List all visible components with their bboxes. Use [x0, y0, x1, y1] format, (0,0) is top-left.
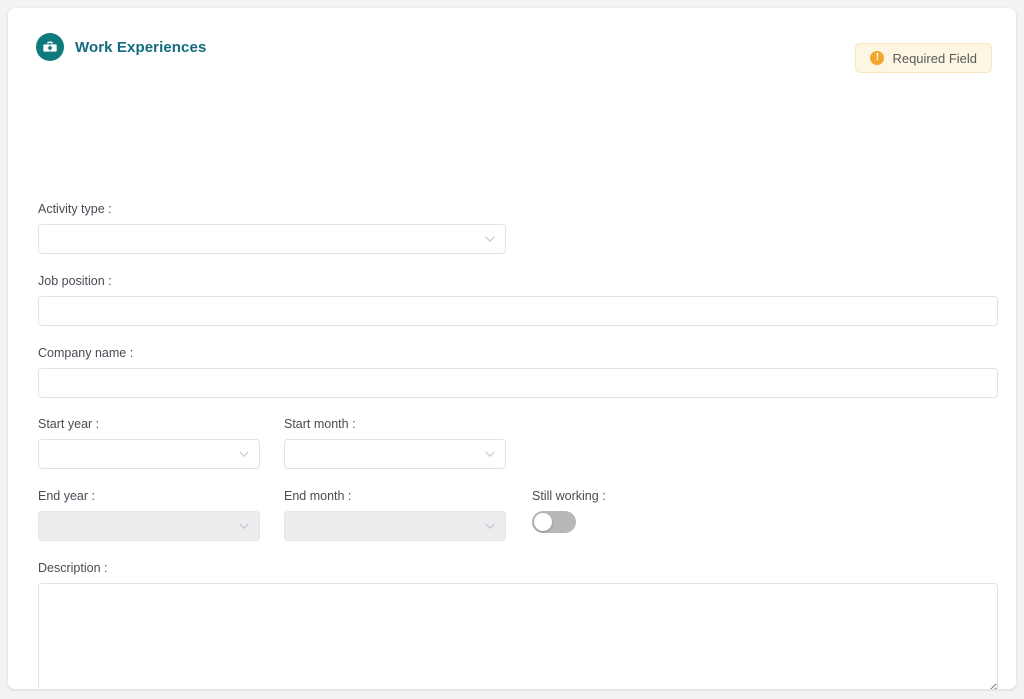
field-description: Description :	[38, 561, 998, 689]
start-year-select[interactable]	[38, 439, 260, 469]
job-position-label: Job position :	[38, 274, 112, 288]
chevron-down-icon	[485, 523, 495, 529]
warning-exclamation-icon: !	[870, 51, 885, 65]
still-working-toggle[interactable]	[532, 511, 576, 533]
start-month-label: Start month :	[284, 417, 356, 431]
field-job-position: Job position :	[38, 274, 998, 326]
field-start-year: Start year :	[38, 417, 260, 469]
description-textarea[interactable]	[38, 583, 998, 689]
field-end-year: End year :	[38, 489, 260, 541]
end-month-label: End month :	[284, 489, 352, 503]
activity-type-label: Activity type :	[38, 202, 112, 216]
end-year-select[interactable]	[38, 511, 260, 541]
start-year-label: Start year :	[38, 417, 100, 431]
start-date-row: Start year : Start month :	[38, 417, 532, 469]
end-date-row: End year : End month : Still working:	[38, 489, 692, 541]
still-working-label: Still working :	[532, 489, 606, 503]
company-name-label: Company name :	[38, 346, 134, 360]
job-position-input[interactable]	[38, 296, 998, 326]
work-experiences-card: Work Experiences ! Required Field Activi…	[8, 8, 1016, 689]
header-title-group: Work Experiences	[36, 33, 206, 61]
chevron-down-icon	[239, 451, 249, 457]
card-header: Work Experiences ! Required Field	[8, 8, 1016, 82]
required-field-label: Required Field	[892, 50, 977, 66]
end-year-label: End year :	[38, 489, 95, 503]
chevron-down-icon	[485, 236, 495, 242]
end-month-select[interactable]	[284, 511, 506, 541]
field-activity-type: Activity type :	[38, 202, 506, 254]
field-end-month: End month :	[284, 489, 506, 541]
start-month-select[interactable]	[284, 439, 506, 469]
field-still-working: Still working :	[532, 489, 692, 541]
activity-type-select[interactable]	[38, 224, 506, 254]
field-start-month: Start month :	[284, 417, 506, 469]
field-company-name: Company name :	[38, 346, 998, 398]
chevron-down-icon	[485, 451, 495, 457]
chevron-down-icon	[239, 523, 249, 529]
description-label: Description :	[38, 561, 108, 575]
required-field-badge: ! Required Field	[855, 43, 992, 73]
company-name-input[interactable]	[38, 368, 998, 398]
briefcase-icon	[36, 33, 64, 61]
page-title: Work Experiences	[75, 38, 207, 56]
toggle-knob	[534, 513, 552, 531]
